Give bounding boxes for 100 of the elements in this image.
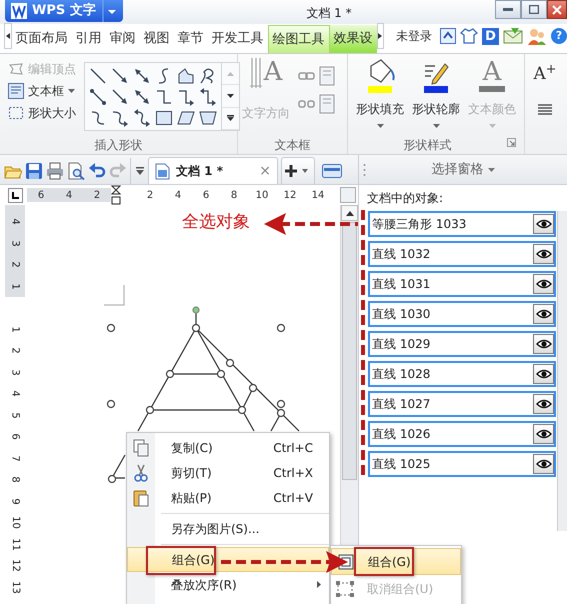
eye-icon <box>536 279 552 289</box>
elbow-double-arrow-icon[interactable] <box>198 86 218 106</box>
visibility-toggle[interactable] <box>533 424 554 444</box>
dialog-launcher-icon[interactable] <box>507 138 516 147</box>
help-button[interactable]: ? <box>551 28 567 44</box>
connector-icon[interactable] <box>88 86 108 106</box>
login-link[interactable]: 未登录 <box>392 22 436 50</box>
ungroup-icon <box>336 580 354 596</box>
object-list-item[interactable]: 直线 1030 <box>368 301 556 327</box>
tab-stop-button[interactable] <box>8 188 23 202</box>
eye-icon <box>536 249 552 259</box>
ribbon-command[interactable]: 形状轮廓 <box>412 58 460 136</box>
new-tab-button[interactable] <box>281 157 315 184</box>
paint-bucket-icon <box>365 58 395 96</box>
object-list-item[interactable]: 直线 1029 <box>368 331 556 357</box>
ribbon-tab[interactable]: 章节 <box>174 25 208 53</box>
printer-icon[interactable] <box>46 162 64 180</box>
close-button[interactable] <box>547 0 567 19</box>
scroll-thumb[interactable] <box>342 222 357 480</box>
arrow-icon[interactable] <box>110 66 130 86</box>
scroll-left-button[interactable] <box>4 23 12 49</box>
ruler-number: 12 <box>8 559 22 572</box>
group-label: 文本框 <box>274 137 312 154</box>
pane-scrollbar[interactable] <box>557 211 567 531</box>
indent-marker-icon[interactable] <box>111 185 121 205</box>
visibility-toggle[interactable] <box>533 304 554 324</box>
print-preview-icon[interactable] <box>67 162 85 180</box>
minimize-icon <box>503 8 513 12</box>
switch-window-icon[interactable] <box>322 164 342 178</box>
grip-icon[interactable] <box>363 162 366 176</box>
edit-points-icon <box>8 62 24 76</box>
visibility-toggle[interactable] <box>533 244 554 264</box>
envelope-icon[interactable] <box>503 28 523 44</box>
customize-icon[interactable] <box>135 166 145 176</box>
object-list-item[interactable]: 直线 1031 <box>368 271 556 297</box>
menu-item[interactable]: 叠放次序(R) <box>127 572 329 597</box>
ruler-toggle-button[interactable] <box>340 187 356 203</box>
visibility-toggle[interactable] <box>533 454 554 474</box>
object-list-item[interactable]: 直线 1026 <box>368 421 556 447</box>
undo-icon[interactable] <box>88 162 106 180</box>
document-icon <box>155 162 171 180</box>
ribbon-tab[interactable]: 审阅 <box>106 25 140 53</box>
visibility-toggle[interactable] <box>533 364 554 384</box>
eye-icon <box>536 459 552 469</box>
app-menu-button[interactable]: WPS 文字 <box>5 0 123 22</box>
ruler-number: 11 <box>8 538 22 551</box>
caret-icon <box>488 124 496 128</box>
ribbon-command[interactable]: 形状填充 <box>356 58 404 136</box>
ruler-number: 4 <box>174 188 182 202</box>
visibility-toggle[interactable] <box>533 214 554 234</box>
visibility-toggle[interactable] <box>533 394 554 414</box>
ruler-number: 10 <box>254 188 270 202</box>
ribbon-command[interactable]: 文本框 <box>8 80 76 102</box>
scissors-icon <box>134 464 148 482</box>
link-text-box-icon[interactable] <box>298 66 336 86</box>
menu-item[interactable]: 粘贴(P) Ctrl+V <box>127 485 329 510</box>
align-icon[interactable] <box>538 104 552 116</box>
collapse-ribbon-icon[interactable] <box>440 28 456 44</box>
shirt-icon[interactable] <box>460 28 478 44</box>
highlight-frame <box>354 547 414 576</box>
visibility-toggle[interactable] <box>533 274 554 294</box>
document-tab[interactable]: 文档 1 * × <box>148 157 278 184</box>
size-icon <box>8 106 24 120</box>
arrow-icon[interactable] <box>110 86 130 106</box>
close-tab-button[interactable]: × <box>259 160 271 182</box>
ruler-number: 9 <box>8 498 22 504</box>
object-list-item[interactable]: 直线 1028 <box>368 361 556 387</box>
people-icon[interactable] <box>527 27 547 45</box>
ribbon-tab[interactable]: 页面布局 <box>12 25 72 53</box>
ribbon-tab[interactable]: 绘图工具 <box>268 25 330 53</box>
maximize-button[interactable] <box>521 0 547 19</box>
ribbon-tab[interactable]: 开发工具 <box>208 25 268 53</box>
window-title: 文档 1 * <box>305 5 353 22</box>
freeform-icon[interactable] <box>176 66 196 86</box>
ribbon-command[interactable]: 形状大小 <box>8 102 76 124</box>
object-list-item[interactable]: 直线 1027 <box>368 391 556 417</box>
minimize-button[interactable] <box>495 0 521 19</box>
save-icon[interactable] <box>25 162 43 180</box>
caret-icon <box>488 168 494 172</box>
line-icon[interactable] <box>88 66 108 86</box>
triangle-left-icon <box>6 33 10 39</box>
object-list-item[interactable]: 等腰三角形 1033 <box>368 211 556 237</box>
menu-item[interactable]: 复制(C) Ctrl+C <box>127 435 329 460</box>
curved-double-arrow-icon[interactable] <box>132 108 152 128</box>
ribbon-tab[interactable]: 引用 <box>72 25 106 53</box>
visibility-toggle[interactable] <box>533 334 554 354</box>
ruler-number: 2 <box>146 188 154 202</box>
scroll-up-button[interactable] <box>341 205 358 221</box>
object-list-item[interactable]: 直线 1032 <box>368 241 556 267</box>
menu-item[interactable]: 另存为图片(S)... <box>127 516 329 541</box>
ribbon-tab[interactable]: 视图 <box>140 25 174 53</box>
object-list-item[interactable]: 直线 1025 <box>368 451 556 477</box>
grow-font-button[interactable]: A$^{+}$ <box>534 62 556 88</box>
ribbon-tab[interactable]: 效果设 <box>330 25 376 53</box>
menu-item[interactable]: 组合(G) <box>331 548 461 575</box>
menu-item[interactable]: 剪切(T) Ctrl+X <box>127 460 329 485</box>
break-link-icon[interactable] <box>298 94 336 114</box>
ruler-number: 2 <box>8 348 22 354</box>
skin-button[interactable]: D <box>482 28 499 44</box>
menu-item[interactable]: 组合(G) <box>127 547 329 572</box>
